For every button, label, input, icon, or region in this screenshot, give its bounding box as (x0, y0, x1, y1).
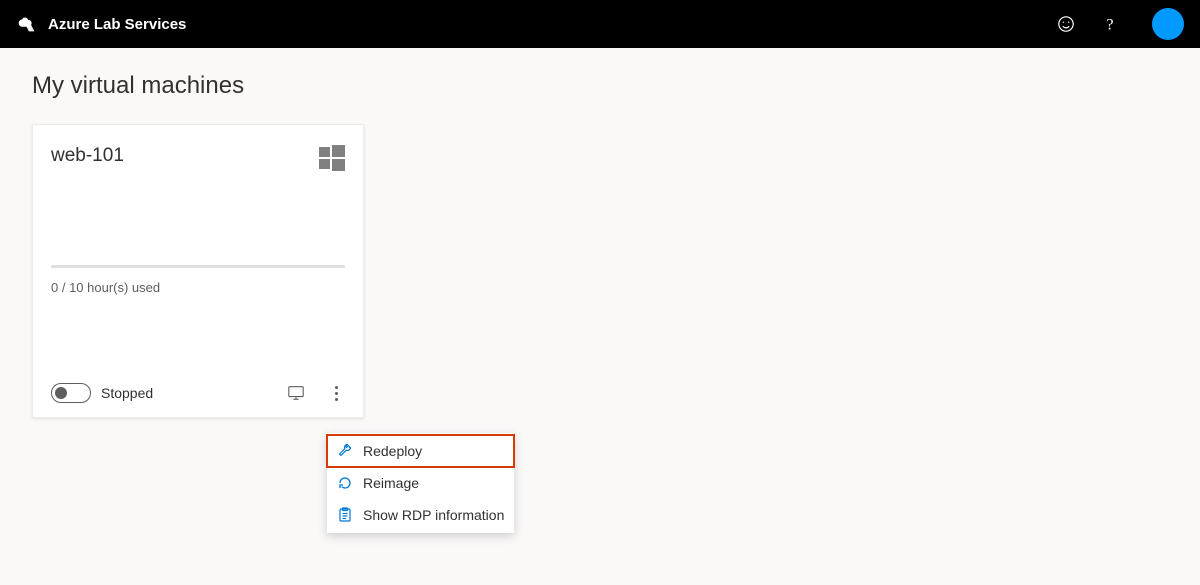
vm-card-header: web-101 (51, 145, 345, 171)
menu-label: Redeploy (363, 443, 422, 459)
power-toggle[interactable] (51, 383, 91, 403)
menu-item-reimage[interactable]: Reimage (327, 467, 514, 499)
usage-text: 0 / 10 hour(s) used (51, 280, 345, 295)
context-menu: Redeploy Reimage Show RDP information (327, 433, 514, 533)
more-actions-button[interactable] (327, 384, 345, 402)
top-bar: Azure Lab Services ? (0, 0, 1200, 48)
user-avatar[interactable] (1152, 8, 1184, 40)
menu-label: Show RDP information (363, 507, 504, 523)
vm-card-footer: Stopped (51, 373, 345, 403)
brand-name: Azure Lab Services (48, 16, 186, 33)
page-title: My virtual machines (32, 72, 1168, 100)
connect-monitor-icon[interactable] (287, 384, 305, 402)
menu-label: Reimage (363, 475, 419, 491)
wrench-icon (337, 443, 353, 459)
main-content: My virtual machines web-101 0 / 10 hour(… (0, 48, 1200, 442)
topbar-actions: ? (1056, 8, 1184, 40)
vm-card: web-101 0 / 10 hour(s) used Stopped (32, 124, 364, 418)
usage-progress-bar (51, 265, 345, 268)
svg-text:?: ? (1106, 15, 1113, 33)
menu-item-redeploy[interactable]: Redeploy (327, 435, 514, 467)
azure-labs-icon (16, 15, 38, 33)
usage-area: 0 / 10 hour(s) used (51, 265, 345, 295)
clipboard-icon (337, 507, 353, 523)
windows-icon (319, 145, 345, 171)
help-icon[interactable]: ? (1100, 14, 1120, 34)
reimage-icon (337, 475, 353, 491)
feedback-icon[interactable] (1056, 14, 1076, 34)
brand: Azure Lab Services (16, 15, 186, 33)
vm-name: web-101 (51, 145, 124, 167)
vm-status: Stopped (101, 385, 277, 401)
toggle-knob (55, 387, 67, 399)
vm-card-body: 0 / 10 hour(s) used (51, 171, 345, 373)
menu-item-show-rdp[interactable]: Show RDP information (327, 499, 514, 531)
